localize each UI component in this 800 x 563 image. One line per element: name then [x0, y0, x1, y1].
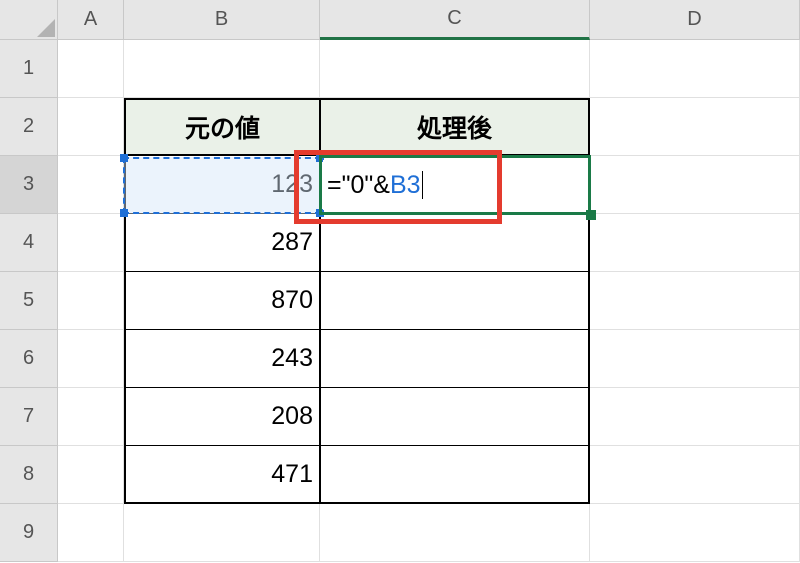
cell-D2[interactable]	[590, 98, 800, 156]
row-header-8[interactable]: 8	[0, 446, 58, 504]
cell-A1[interactable]	[58, 40, 124, 98]
cell-C8[interactable]	[320, 446, 590, 504]
cell-C4[interactable]	[320, 214, 590, 272]
cell-A6[interactable]	[58, 330, 124, 388]
row-header-4[interactable]: 4	[0, 214, 58, 272]
cell-A5[interactable]	[58, 272, 124, 330]
cell-D3[interactable]	[590, 156, 800, 214]
select-all-corner[interactable]	[0, 0, 58, 40]
cell-B3[interactable]: 123	[124, 156, 320, 214]
cell-B9[interactable]	[124, 504, 320, 562]
cell-D8[interactable]	[590, 446, 800, 504]
row-header-7[interactable]: 7	[0, 388, 58, 446]
formula-editor[interactable]: ="0"&B3	[323, 160, 473, 210]
col-header-B[interactable]: B	[124, 0, 320, 40]
cell-B1[interactable]	[124, 40, 320, 98]
row-header-3[interactable]: 3	[0, 156, 58, 214]
cell-D9[interactable]	[590, 504, 800, 562]
cell-A9[interactable]	[58, 504, 124, 562]
cell-D4[interactable]	[590, 214, 800, 272]
row-header-1[interactable]: 1	[0, 40, 58, 98]
cell-B6[interactable]: 243	[124, 330, 320, 388]
fill-handle[interactable]	[586, 210, 596, 220]
col-header-C[interactable]: C	[320, 0, 590, 40]
col-header-D[interactable]: D	[590, 0, 800, 40]
cell-A4[interactable]	[58, 214, 124, 272]
cell-B7[interactable]: 208	[124, 388, 320, 446]
cell-C6[interactable]	[320, 330, 590, 388]
col-header-A[interactable]: A	[58, 0, 124, 40]
cell-C5[interactable]	[320, 272, 590, 330]
cell-B5[interactable]: 870	[124, 272, 320, 330]
table-header-B[interactable]: 元の値	[124, 98, 320, 156]
cell-A8[interactable]	[58, 446, 124, 504]
table-header-C[interactable]: 処理後	[320, 98, 590, 156]
row-header-5[interactable]: 5	[0, 272, 58, 330]
reference-handle	[120, 209, 128, 217]
spreadsheet-grid[interactable]: A B C D 1 2 元の値 処理後 3 123 4 287 5 870 6 …	[0, 0, 800, 562]
row-header-9[interactable]: 9	[0, 504, 58, 562]
cell-C9[interactable]	[320, 504, 590, 562]
cell-B8[interactable]: 471	[124, 446, 320, 504]
text-cursor	[422, 171, 423, 199]
cell-D7[interactable]	[590, 388, 800, 446]
cell-C1[interactable]	[320, 40, 590, 98]
formula-text-static: ="0"&	[327, 171, 390, 200]
cell-D6[interactable]	[590, 330, 800, 388]
row-header-6[interactable]: 6	[0, 330, 58, 388]
cell-A2[interactable]	[58, 98, 124, 156]
cell-C7[interactable]	[320, 388, 590, 446]
reference-handle	[316, 209, 324, 217]
cell-A7[interactable]	[58, 388, 124, 446]
cell-A3[interactable]	[58, 156, 124, 214]
cell-B4[interactable]: 287	[124, 214, 320, 272]
row-header-2[interactable]: 2	[0, 98, 58, 156]
cell-D1[interactable]	[590, 40, 800, 98]
reference-handle	[120, 154, 128, 162]
formula-text-ref: B3	[390, 171, 421, 200]
cell-D5[interactable]	[590, 272, 800, 330]
